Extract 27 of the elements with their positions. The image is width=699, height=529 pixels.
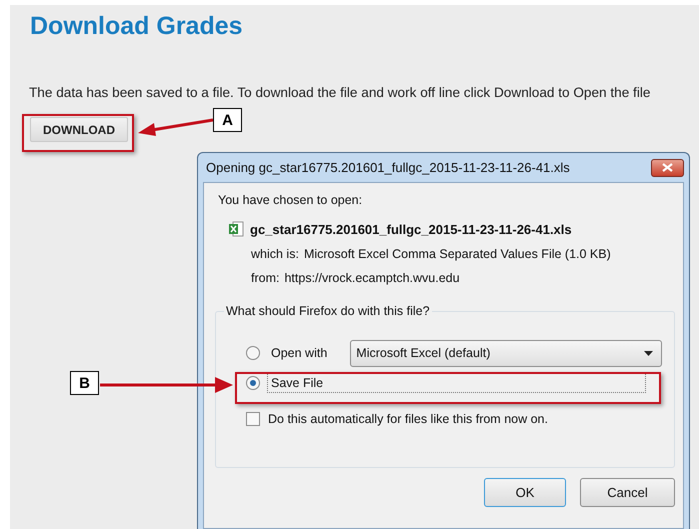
dialog-title: Opening gc_star16775.201601_fullgc_2015-11-23-11-26-41.xls <box>206 160 570 175</box>
option-label[interactable]: Open with <box>267 343 332 363</box>
close-icon <box>662 163 673 172</box>
file-name: gc_star16775.201601_fullgc_2015-11-23-11-26-41.xls <box>250 222 572 236</box>
dialog-button[interactable]: Cancel <box>580 478 675 507</box>
app-dropdown[interactable]: Microsoft Excel (default) <box>350 340 662 366</box>
dropdown-value: Microsoft Excel (default) <box>356 346 490 360</box>
detail-value: https://vrock.ecamptch.wvu.edu <box>284 271 460 285</box>
close-button[interactable] <box>651 158 684 176</box>
callout-label: A <box>213 108 242 132</box>
download-button[interactable]: DOWNLOAD <box>30 117 128 142</box>
dialog-button[interactable]: OK <box>484 478 566 507</box>
page-title: Download Grades <box>30 11 243 41</box>
info-message: The data has been saved to a file. To download the file and work off line click Download to Open the file <box>29 85 650 100</box>
caret-icon <box>644 350 654 356</box>
group-label: What should Firefox do with this file? <box>224 304 432 318</box>
checkbox-label[interactable]: Do this automatically for files like this from now on. <box>268 412 548 426</box>
radio-button[interactable] <box>246 346 260 360</box>
detail-label: from: <box>251 271 280 285</box>
radio-button[interactable] <box>246 376 260 390</box>
detail-label: which is: <box>251 247 299 261</box>
option-label[interactable]: Save File <box>267 373 646 393</box>
detail-value: Microsoft Excel Comma Separated Values File (1.0 KB) <box>304 247 611 261</box>
intro-text: You have chosen to open: <box>218 193 362 207</box>
callout-label: B <box>70 371 99 395</box>
checkbox[interactable] <box>246 412 260 426</box>
spreadsheet-file-icon <box>228 221 244 237</box>
